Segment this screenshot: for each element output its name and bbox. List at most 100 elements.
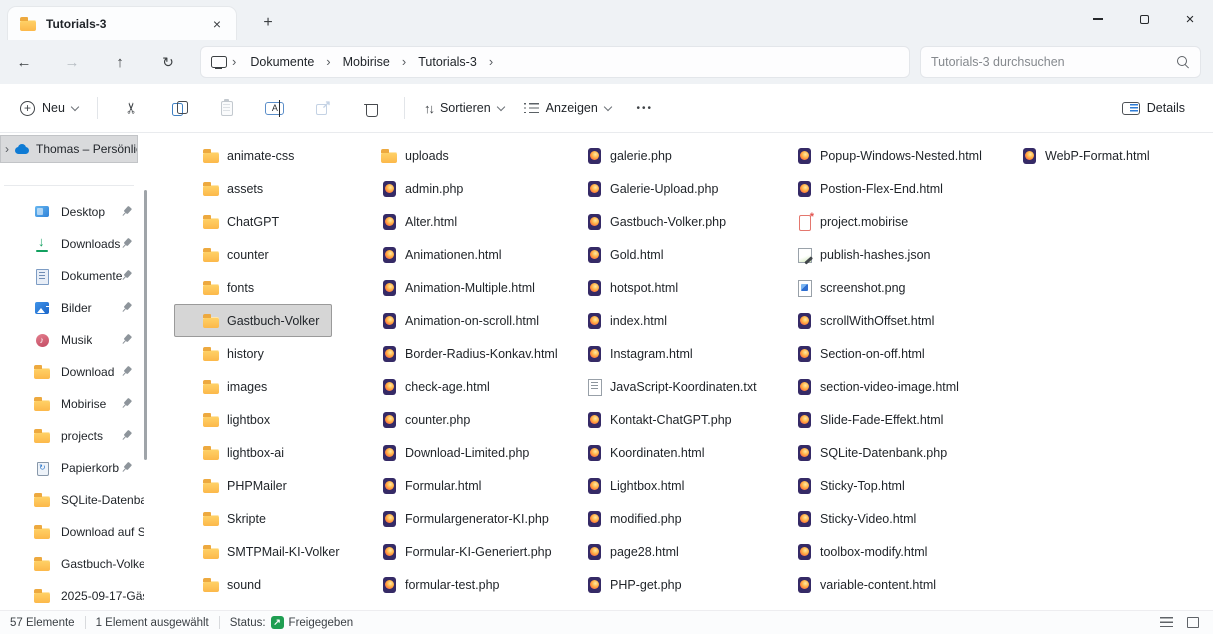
rename-button[interactable] xyxy=(253,90,297,126)
file-item-history[interactable]: history xyxy=(174,337,277,370)
breadcrumb[interactable]: › Dokumente › Mobirise › Tutorials-3 › xyxy=(200,46,910,78)
sidebar-item-musik[interactable]: Musik xyxy=(0,324,144,356)
search-input[interactable] xyxy=(931,55,1176,69)
sidebar-item-mobirise[interactable]: Mobirise xyxy=(0,388,144,420)
file-item-php-get-php[interactable]: PHP-get.php xyxy=(557,568,695,601)
share-button[interactable] xyxy=(301,90,345,126)
file-item-animate-css[interactable]: animate-css xyxy=(174,139,307,172)
file-item-slide-fade-effekt-html[interactable]: Slide-Fade-Effekt.html xyxy=(767,403,956,436)
paste-button[interactable] xyxy=(205,90,249,126)
file-item-download-limited-php[interactable]: Download-Limited.php xyxy=(352,436,542,469)
file-item-sound[interactable]: sound xyxy=(174,568,274,601)
file-item-koordinaten-html[interactable]: Koordinaten.html xyxy=(557,436,718,469)
minimize-button[interactable] xyxy=(1075,0,1121,38)
up-button[interactable]: ↑ xyxy=(103,45,137,79)
copy-button[interactable] xyxy=(157,90,201,126)
sidebar-item-bilder[interactable]: Bilder xyxy=(0,292,144,324)
thumbnail-view-toggle-icon[interactable] xyxy=(1187,617,1199,628)
back-button[interactable]: ← xyxy=(7,45,41,79)
file-item-section-on-off-html[interactable]: Section-on-off.html xyxy=(767,337,938,370)
file-item-alter-html[interactable]: Alter.html xyxy=(352,205,470,238)
file-item-scrollwithoffset-html[interactable]: scrollWithOffset.html xyxy=(767,304,947,337)
file-item-animation-on-scroll-html[interactable]: Animation-on-scroll.html xyxy=(352,304,552,337)
file-item-galerie-php[interactable]: galerie.php xyxy=(557,139,685,172)
sidebar-item-desktop[interactable]: Desktop xyxy=(0,196,144,228)
file-item-formular-test-php[interactable]: formular-test.php xyxy=(352,568,512,601)
tab-tutorials-3[interactable]: Tutorials-3 × xyxy=(8,7,236,40)
file-item-publish-hashes-json[interactable]: publish-hashes.json xyxy=(767,238,944,271)
file-item-hotspot-html[interactable]: hotspot.html xyxy=(557,271,691,304)
file-item-formular-html[interactable]: Formular.html xyxy=(352,469,494,502)
search-icon[interactable] xyxy=(1176,55,1190,69)
chevron-expand-icon[interactable]: › xyxy=(5,142,9,156)
file-item-uploads[interactable]: uploads xyxy=(352,139,462,172)
file-item-formular-ki-generiert-php[interactable]: Formular-KI-Generiert.php xyxy=(352,535,564,568)
sidebar-item-downloads[interactable]: Downloads xyxy=(0,228,144,260)
refresh-button[interactable]: ↻ xyxy=(151,45,185,79)
details-pane-button[interactable]: Details xyxy=(1112,90,1195,126)
file-item-check-age-html[interactable]: check-age.html xyxy=(352,370,503,403)
file-item-lightbox-ai[interactable]: lightbox-ai xyxy=(174,436,297,469)
breadcrumb-item[interactable]: Tutorials-3 xyxy=(410,52,485,72)
file-item-border-radius-konkav-html[interactable]: Border-Radius-Konkav.html xyxy=(352,337,564,370)
file-item-kontakt-chatgpt-php[interactable]: Kontakt-ChatGPT.php xyxy=(557,403,745,436)
file-item-skripte[interactable]: Skripte xyxy=(174,502,279,535)
file-item-counter-php[interactable]: counter.php xyxy=(352,403,483,436)
maximize-button[interactable] xyxy=(1121,0,1167,38)
file-item-lightbox-html[interactable]: Lightbox.html xyxy=(557,469,697,502)
file-item-gastbuch-volker-php[interactable]: Gastbuch-Volker.php xyxy=(557,205,739,238)
sidebar-item-download[interactable]: Download xyxy=(0,356,144,388)
view-button[interactable]: Anzeigen xyxy=(514,90,621,126)
file-item-assets[interactable]: assets xyxy=(174,172,276,205)
sidebar-item-onedrive-root[interactable]: › Thomas – Persönlich xyxy=(0,135,138,163)
file-item-javascript-koordinaten-txt[interactable]: JavaScript-Koordinaten.txt xyxy=(557,370,770,403)
sidebar-item-download-auf-se[interactable]: Download auf Se xyxy=(0,516,144,548)
forward-button[interactable]: → xyxy=(55,45,89,79)
file-item-sticky-video-html[interactable]: Sticky-Video.html xyxy=(767,502,929,535)
list-view-toggle-icon[interactable] xyxy=(1160,617,1173,628)
sidebar-item-2025-09-17-g-ste[interactable]: 2025-09-17-Gäste xyxy=(0,580,144,612)
file-item-gold-html[interactable]: Gold.html xyxy=(557,238,677,271)
file-item-fonts[interactable]: fonts xyxy=(174,271,267,304)
file-item-animationen-html[interactable]: Animationen.html xyxy=(352,238,515,271)
cut-button[interactable]: ✂ xyxy=(109,90,153,126)
file-item-animation-multiple-html[interactable]: Animation-Multiple.html xyxy=(352,271,548,304)
file-item-smtpmail-ki-volker[interactable]: SMTPMail-KI-Volker xyxy=(174,535,353,568)
file-item-page28-html[interactable]: page28.html xyxy=(557,535,692,568)
new-tab-button[interactable]: + xyxy=(255,10,281,36)
sidebar-item-dokumente[interactable]: Dokumente xyxy=(0,260,144,292)
file-item-images[interactable]: images xyxy=(174,370,280,403)
file-item-counter[interactable]: counter xyxy=(174,238,282,271)
breadcrumb-item[interactable]: Mobirise xyxy=(335,52,398,72)
file-item-chatgpt[interactable]: ChatGPT xyxy=(174,205,292,238)
file-item-lightbox[interactable]: lightbox xyxy=(174,403,283,436)
file-item-popup-windows-nested-html[interactable]: Popup-Windows-Nested.html xyxy=(767,139,995,172)
new-button[interactable]: + Neu xyxy=(10,90,88,126)
file-item-instagram-html[interactable]: Instagram.html xyxy=(557,337,706,370)
file-item-sqlite-datenbank-php[interactable]: SQLite-Datenbank.php xyxy=(767,436,960,469)
sidebar-item-projects[interactable]: projects xyxy=(0,420,144,452)
file-item-variable-content-html[interactable]: variable-content.html xyxy=(767,568,949,601)
breadcrumb-item[interactable]: Dokumente xyxy=(242,52,322,72)
file-item-admin-php[interactable]: admin.php xyxy=(352,172,476,205)
file-item-sticky-top-html[interactable]: Sticky-Top.html xyxy=(767,469,918,502)
sort-button[interactable]: ↑↓ Sortieren xyxy=(414,90,514,126)
file-item-formulargenerator-ki-php[interactable]: Formulargenerator-KI.php xyxy=(352,502,562,535)
sidebar-item-gastbuch-volker[interactable]: Gastbuch-Volker xyxy=(0,548,144,580)
delete-button[interactable] xyxy=(349,90,393,126)
file-item-index-html[interactable]: index.html xyxy=(557,304,680,337)
more-options-button[interactable]: ••• xyxy=(623,90,667,126)
file-item-postion-flex-end-html[interactable]: Postion-Flex-End.html xyxy=(767,172,956,205)
sidebar-item-sqlite-datenbank[interactable]: SQLite-Datenbank xyxy=(0,484,144,516)
file-item-screenshot-png[interactable]: screenshot.png xyxy=(767,271,918,304)
close-button[interactable]: × xyxy=(1167,0,1213,38)
file-item-section-video-image-html[interactable]: section-video-image.html xyxy=(767,370,972,403)
sidebar-item-papierkorb[interactable]: Papierkorb xyxy=(0,452,144,484)
file-item-webp-format-html[interactable]: WebP-Format.html xyxy=(992,139,1163,172)
file-item-gastbuch-volker[interactable]: Gastbuch-Volker xyxy=(174,304,332,337)
file-item-galerie-upload-php[interactable]: Galerie-Upload.php xyxy=(557,172,731,205)
file-item-project-mobirise[interactable]: project.mobirise xyxy=(767,205,921,238)
this-pc-icon[interactable] xyxy=(211,56,226,69)
file-item-modified-php[interactable]: modified.php xyxy=(557,502,695,535)
tab-close-icon[interactable]: × xyxy=(206,13,228,35)
